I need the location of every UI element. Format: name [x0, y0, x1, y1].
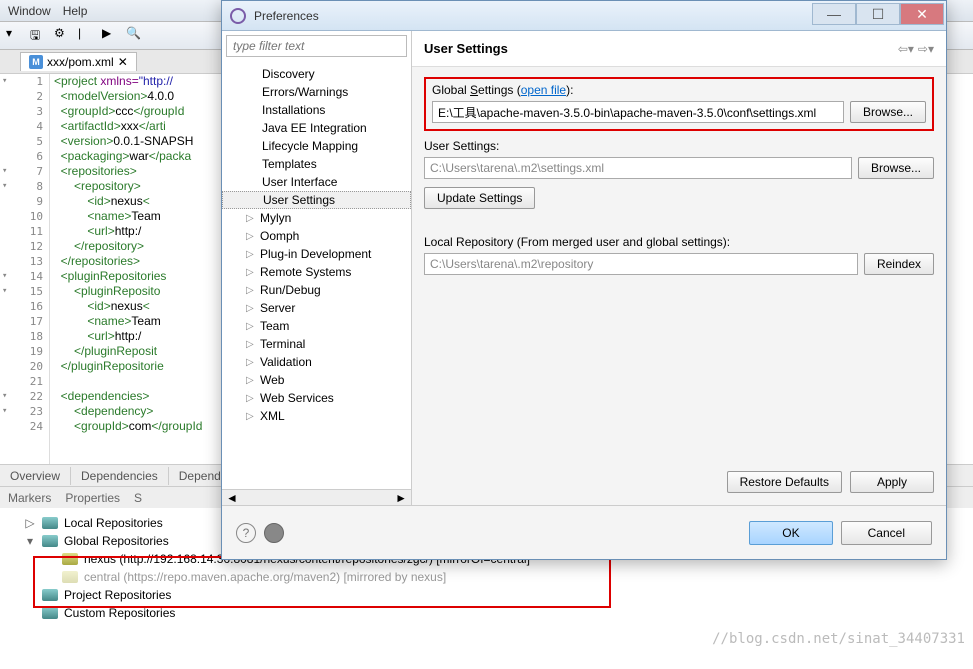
editor-tab-label: xxx/pom.xml — [47, 55, 114, 69]
scroll-left-icon[interactable]: ◄ — [226, 491, 238, 505]
page-header: User Settings ⇦▾ ⇨▾ — [412, 31, 946, 67]
close-button[interactable]: ✕ — [900, 3, 944, 25]
maven-icon: M — [29, 55, 43, 69]
preferences-dialog: Preferences DiscoveryErrors/WarningsInst… — [221, 0, 947, 560]
filter-input[interactable] — [226, 35, 407, 57]
tab-dependencies[interactable]: Dependencies — [71, 467, 169, 485]
local-repo-label: Local Repository (From merged user and g… — [424, 235, 934, 249]
tree-node-run-debug[interactable]: ▷Run/Debug — [222, 281, 411, 299]
cancel-button[interactable]: Cancel — [841, 521, 932, 545]
view-s[interactable]: S — [134, 491, 142, 505]
dialog-icon — [230, 8, 246, 24]
watermark: //blog.csdn.net/sinat_34407331 — [712, 631, 965, 647]
minimize-button[interactable]: — — [812, 3, 856, 25]
tree-node-xml[interactable]: ▷XML — [222, 407, 411, 425]
repo-icon — [62, 553, 78, 565]
page-title: User Settings — [424, 41, 508, 56]
tree-node-errors-warnings[interactable]: Errors/Warnings — [222, 83, 411, 101]
global-settings-input[interactable] — [432, 101, 844, 123]
view-markers[interactable]: Markers — [8, 491, 51, 505]
repo-label: Global Repositories — [64, 534, 169, 548]
repo-label: Project Repositories — [64, 588, 171, 602]
menu-help[interactable]: Help — [63, 4, 88, 18]
line-gutter: 123456789101112131415161718192021222324 — [0, 74, 50, 464]
tree-node-remote-systems[interactable]: ▷Remote Systems — [222, 263, 411, 281]
tree-node-lifecycle-mapping[interactable]: Lifecycle Mapping — [222, 137, 411, 155]
twisty-icon[interactable]: ▷ — [24, 516, 36, 530]
local-repo-input[interactable] — [424, 253, 858, 275]
view-properties[interactable]: Properties — [65, 491, 120, 505]
dialog-footer: ? OK Cancel — [222, 505, 946, 559]
help-icon[interactable]: ? — [236, 523, 256, 543]
forward-icon[interactable]: ⇨▾ — [918, 42, 934, 56]
tree-scrollbar[interactable]: ◄► — [222, 489, 411, 505]
menu-window[interactable]: Window — [8, 4, 51, 18]
reindex-button[interactable]: Reindex — [864, 253, 934, 275]
tree-node-java-ee-integration[interactable]: Java EE Integration — [222, 119, 411, 137]
repo-central[interactable]: ▷central (https://repo.maven.apache.org/… — [24, 568, 973, 586]
repo-icon — [42, 607, 58, 619]
import-export-icon[interactable] — [264, 523, 284, 543]
repo-icon — [42, 535, 58, 547]
close-icon[interactable]: ✕ — [118, 55, 128, 69]
tree-node-validation[interactable]: ▷Validation — [222, 353, 411, 371]
user-settings-label: User Settings: — [424, 139, 934, 153]
back-icon[interactable]: ⇦▾ — [898, 42, 914, 56]
repo-project[interactable]: ▷Project Repositories — [24, 586, 973, 604]
maximize-button[interactable]: ☐ — [856, 3, 900, 25]
repo-icon — [42, 589, 58, 601]
tree-node-oomph[interactable]: ▷Oomph — [222, 227, 411, 245]
repo-custom[interactable]: ▷Custom Repositories — [24, 604, 973, 622]
apply-button[interactable]: Apply — [850, 471, 934, 493]
browse-user-button[interactable]: Browse... — [858, 157, 934, 179]
nav-arrows[interactable]: ⇦▾ ⇨▾ — [898, 42, 934, 56]
user-settings-input[interactable] — [424, 157, 852, 179]
twisty-icon[interactable]: ▾ — [24, 534, 36, 548]
repo-label: central (https://repo.maven.apache.org/m… — [84, 570, 446, 584]
repo-icon — [62, 571, 78, 583]
browse-global-button[interactable]: Browse... — [850, 101, 926, 123]
update-settings-button[interactable]: Update Settings — [424, 187, 535, 209]
editor-tab-pom[interactable]: M xxx/pom.xml ✕ — [20, 52, 137, 71]
tree-node-mylyn[interactable]: ▷Mylyn — [222, 209, 411, 227]
tree-node-templates[interactable]: Templates — [222, 155, 411, 173]
tree-node-server[interactable]: ▷Server — [222, 299, 411, 317]
tree-node-discovery[interactable]: Discovery — [222, 65, 411, 83]
ok-button[interactable]: OK — [749, 521, 832, 545]
tab-overview[interactable]: Overview — [0, 467, 71, 485]
preferences-tree[interactable]: DiscoveryErrors/WarningsInstallationsJav… — [222, 61, 411, 489]
tree-node-user-settings[interactable]: User Settings — [222, 191, 411, 209]
repo-label: Custom Repositories — [64, 606, 175, 620]
tree-node-terminal[interactable]: ▷Terminal — [222, 335, 411, 353]
tree-node-plug-in-development[interactable]: ▷Plug-in Development — [222, 245, 411, 263]
preferences-tree-panel: DiscoveryErrors/WarningsInstallationsJav… — [222, 31, 412, 505]
repo-icon — [42, 517, 58, 529]
tree-node-installations[interactable]: Installations — [222, 101, 411, 119]
tree-node-user-interface[interactable]: User Interface — [222, 173, 411, 191]
global-settings-label: Global Settings (open file): — [432, 83, 926, 97]
scroll-right-icon[interactable]: ► — [395, 491, 407, 505]
restore-defaults-button[interactable]: Restore Defaults — [727, 471, 842, 493]
tree-node-web-services[interactable]: ▷Web Services — [222, 389, 411, 407]
tree-node-team[interactable]: ▷Team — [222, 317, 411, 335]
page-content: Global Settings (open file): Browse... U… — [412, 67, 946, 505]
repo-label: Local Repositories — [64, 516, 163, 530]
tree-node-web[interactable]: ▷Web — [222, 371, 411, 389]
open-file-link[interactable]: open file — [521, 83, 566, 97]
